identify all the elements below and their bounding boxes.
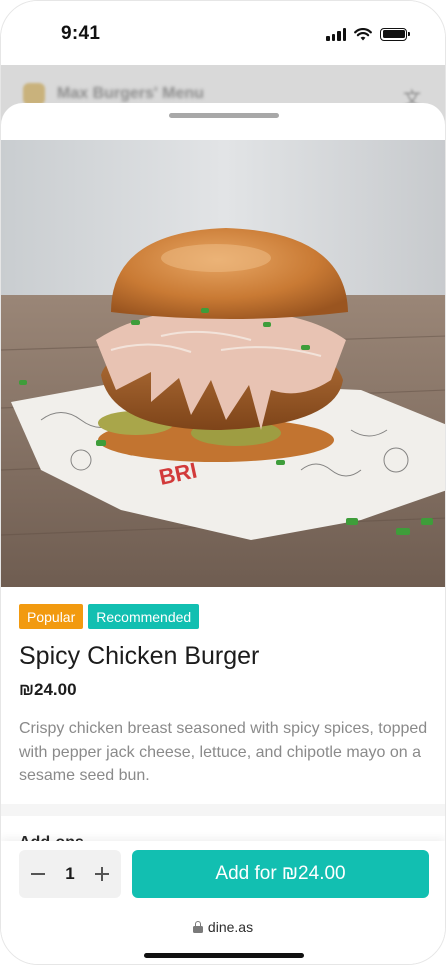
restaurant-logo	[23, 83, 45, 105]
popular-badge: Popular	[19, 604, 84, 629]
quantity-stepper: 1	[19, 850, 121, 898]
home-indicator	[144, 953, 304, 958]
status-icons	[326, 27, 410, 41]
url-text: dine.as	[207, 919, 254, 935]
item-badges: Popular Recommended	[19, 604, 200, 629]
order-bar: 1 Add for ₪24.00 dine.as	[1, 841, 445, 964]
status-time: 9:41	[61, 23, 101, 44]
status-bar: 9:41	[1, 1, 445, 65]
recommended-badge: Recommended	[88, 604, 200, 629]
item-price: ₪24.00	[19, 680, 77, 699]
browser-url-bar[interactable]: dine.as	[1, 919, 445, 935]
battery-icon	[380, 27, 410, 41]
sheet-grabber[interactable]	[169, 113, 279, 118]
item-title: Spicy Chicken Burger	[19, 642, 260, 670]
plus-icon[interactable]	[93, 865, 111, 883]
quantity-value: 1	[65, 864, 75, 883]
item-detail-sheet: BRI Popular Recommended Spicy Chicken Bu…	[1, 103, 445, 964]
add-to-order-button[interactable]: Add for ₪24.00	[132, 850, 429, 898]
lock-icon	[192, 921, 203, 933]
wifi-icon	[354, 27, 372, 40]
minus-icon[interactable]	[29, 865, 47, 883]
phone-screen: 9:41 Max Burgers' Menu 文 BRI Popular Rec…	[0, 0, 446, 965]
language-icon: 文	[403, 89, 421, 109]
signal-icon	[326, 27, 346, 41]
section-divider	[1, 804, 445, 816]
background-menu-title: Max Burgers' Menu	[57, 85, 204, 102]
burger-photo: BRI	[1, 140, 445, 587]
item-description: Crispy chicken breast seasoned with spic…	[19, 720, 428, 784]
